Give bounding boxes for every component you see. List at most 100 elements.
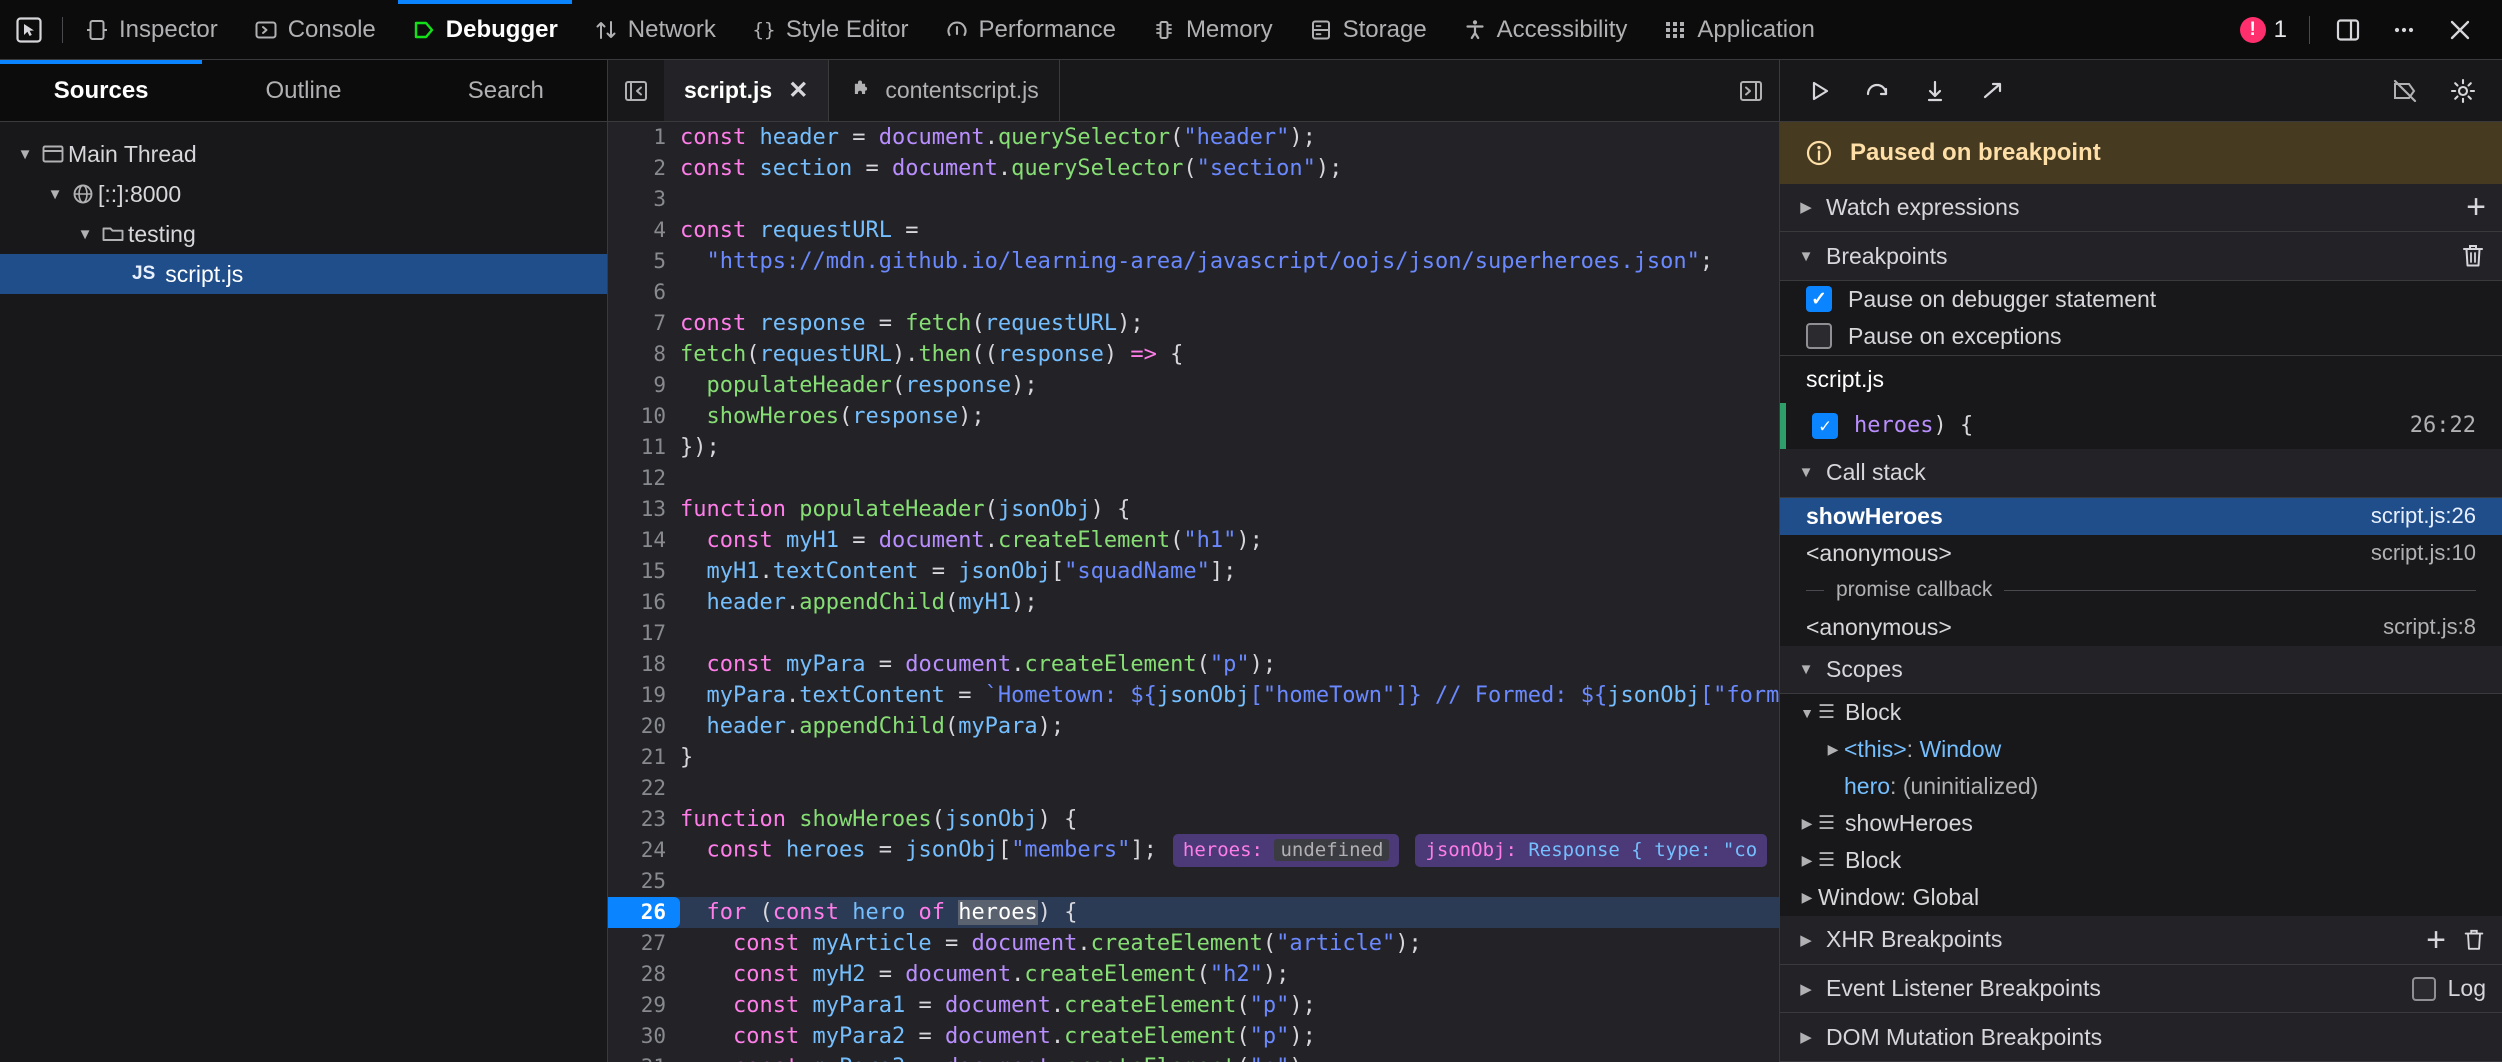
- error-count-badge[interactable]: ! 1: [2230, 16, 2297, 44]
- code-line-paused[interactable]: 26 for (const hero of heroes) {: [608, 897, 1779, 928]
- section-xhr-breakpoints[interactable]: ▶ XHR Breakpoints +: [1780, 916, 2502, 965]
- scope-row-block[interactable]: ▼ ☰ Block: [1780, 694, 2502, 731]
- checkbox-unchecked-icon[interactable]: [1806, 323, 1832, 349]
- resume-button[interactable]: [1790, 62, 1848, 120]
- tab-style-editor[interactable]: {} Style Editor: [734, 0, 927, 60]
- tab-memory[interactable]: Memory: [1134, 0, 1291, 60]
- call-stack-frame[interactable]: showHeroes script.js:26: [1780, 498, 2502, 535]
- call-stack-frame[interactable]: <anonymous> script.js:10: [1780, 535, 2502, 572]
- tab-sources[interactable]: Sources: [0, 60, 202, 121]
- event-listener-log-toggle[interactable]: Log: [2412, 975, 2486, 1002]
- code-line[interactable]: 1const header = document.querySelector("…: [608, 122, 1779, 153]
- editor-tab-contentscript-js[interactable]: contentscript.js: [829, 60, 1059, 121]
- add-watch-expression-button[interactable]: +: [2466, 190, 2486, 224]
- code-line[interactable]: 4const requestURL =: [608, 215, 1779, 246]
- code-line[interactable]: 8fetch(requestURL).then((response) => {: [608, 339, 1779, 370]
- section-event-listener-breakpoints[interactable]: ▶ Event Listener Breakpoints Log: [1780, 965, 2502, 1014]
- tree-item-origin[interactable]: ▼ [::]:8000: [0, 174, 607, 214]
- code-line[interactable]: 23function showHeroes(jsonObj) {: [608, 804, 1779, 835]
- tab-application[interactable]: Application: [1645, 0, 1832, 60]
- tab-outline[interactable]: Outline: [202, 60, 404, 121]
- deactivate-breakpoints-button[interactable]: [2376, 62, 2434, 120]
- code-line[interactable]: 21}: [608, 742, 1779, 773]
- debugger-settings-button[interactable]: [2434, 62, 2492, 120]
- chevron-down-icon[interactable]: ▼: [1796, 464, 1816, 481]
- checkbox-checked-icon[interactable]: ✓: [1806, 286, 1832, 312]
- chevron-down-icon[interactable]: ▼: [1796, 705, 1818, 721]
- scope-row-showheroes[interactable]: ▶ ☰ showHeroes: [1780, 805, 2502, 842]
- code-line[interactable]: 19 myPara.textContent = `Hometown: ${jso…: [608, 680, 1779, 711]
- scope-row-this[interactable]: ▶ <this>: Window: [1780, 731, 2502, 768]
- chevron-right-icon[interactable]: ▶: [1796, 815, 1818, 832]
- chevron-right-icon[interactable]: ▶: [1822, 741, 1844, 758]
- tab-console[interactable]: Console: [236, 0, 394, 60]
- tree-item-main-thread[interactable]: ▼ Main Thread: [0, 134, 607, 174]
- section-dom-mutation-breakpoints[interactable]: ▶ DOM Mutation Breakpoints: [1780, 1013, 2502, 1062]
- code-line[interactable]: 31 const myPara3 = document.createElemen…: [608, 1052, 1779, 1062]
- breakpoint-item[interactable]: ✓ heroes) { 26:22: [1780, 403, 2502, 449]
- step-in-button[interactable]: [1906, 62, 1964, 120]
- code-line[interactable]: 16 header.appendChild(myH1);: [608, 587, 1779, 618]
- editor-tab-script-js[interactable]: script.js ✕: [664, 60, 829, 121]
- tab-accessibility[interactable]: Accessibility: [1445, 0, 1646, 60]
- code-line[interactable]: 5 "https://mdn.github.io/learning-area/j…: [608, 246, 1779, 277]
- scope-row-hero[interactable]: hero: (uninitialized): [1780, 768, 2502, 805]
- checkbox-checked-icon[interactable]: ✓: [1812, 413, 1838, 439]
- section-scopes[interactable]: ▼ Scopes: [1780, 646, 2502, 695]
- code-line[interactable]: 11});: [608, 432, 1779, 463]
- dock-split-button[interactable]: [2322, 4, 2374, 56]
- chevron-right-icon[interactable]: ▶: [1796, 852, 1818, 869]
- tab-debugger[interactable]: Debugger: [394, 0, 576, 60]
- remove-all-breakpoints-button[interactable]: [2460, 242, 2486, 270]
- chevron-down-icon[interactable]: ▼: [1796, 248, 1816, 265]
- chevron-down-icon[interactable]: ▼: [12, 146, 38, 163]
- section-breakpoints[interactable]: ▼ Breakpoints: [1780, 232, 2502, 281]
- tab-inspector[interactable]: Inspector: [67, 0, 236, 60]
- tree-item-script-js[interactable]: JS script.js: [0, 254, 607, 294]
- trash-icon[interactable]: [2462, 927, 2486, 953]
- close-icon[interactable]: ✕: [788, 76, 808, 105]
- code-line[interactable]: 14 const myH1 = document.createElement("…: [608, 525, 1779, 556]
- inline-preview-heroes[interactable]: heroes: undefined: [1173, 834, 1399, 867]
- code-line[interactable]: 20 header.appendChild(myPara);: [608, 711, 1779, 742]
- section-call-stack[interactable]: ▼ Call stack: [1780, 449, 2502, 498]
- scope-row-window-global[interactable]: ▶ Window: Global: [1780, 879, 2502, 916]
- chevron-right-icon[interactable]: ▶: [1796, 931, 1816, 949]
- chevron-right-icon[interactable]: ▶: [1796, 1028, 1816, 1046]
- element-picker-button[interactable]: [0, 0, 58, 60]
- section-watch-expressions[interactable]: ▶ Watch expressions +: [1780, 184, 2502, 233]
- add-xhr-breakpoint-button[interactable]: +: [2426, 923, 2446, 957]
- chevron-right-icon[interactable]: ▶: [1796, 889, 1818, 906]
- code-line[interactable]: 3: [608, 184, 1779, 215]
- toggle-sources-pane-button[interactable]: [608, 60, 664, 121]
- code-line[interactable]: 28 const myH2 = document.createElement("…: [608, 959, 1779, 990]
- code-line[interactable]: 25: [608, 866, 1779, 897]
- tab-storage[interactable]: Storage: [1291, 0, 1445, 60]
- option-pause-on-exceptions[interactable]: Pause on exceptions: [1780, 318, 2502, 355]
- chevron-down-icon[interactable]: ▼: [72, 226, 98, 243]
- code-editor[interactable]: 1const header = document.querySelector("…: [608, 122, 1779, 1062]
- checkbox-unchecked-icon[interactable]: [2412, 977, 2436, 1001]
- chevron-right-icon[interactable]: ▶: [1796, 980, 1816, 998]
- call-stack-frame[interactable]: <anonymous> script.js:8: [1780, 609, 2502, 646]
- option-pause-on-debugger-statement[interactable]: ✓ Pause on debugger statement: [1780, 281, 2502, 318]
- code-line[interactable]: 24 const heroes = jsonObj["members"];her…: [608, 835, 1779, 866]
- code-line[interactable]: 22: [608, 773, 1779, 804]
- code-line[interactable]: 10 showHeroes(response);: [608, 401, 1779, 432]
- code-line[interactable]: 18 const myPara = document.createElement…: [608, 649, 1779, 680]
- scope-row-block-2[interactable]: ▶ ☰ Block: [1780, 842, 2502, 879]
- code-line[interactable]: 17: [608, 618, 1779, 649]
- tree-item-folder-testing[interactable]: ▼ testing: [0, 214, 607, 254]
- expand-panes-button[interactable]: [1723, 60, 1779, 121]
- code-line[interactable]: 15 myH1.textContent = jsonObj["squadName…: [608, 556, 1779, 587]
- code-line[interactable]: 13function populateHeader(jsonObj) {: [608, 494, 1779, 525]
- step-out-button[interactable]: [1964, 62, 2022, 120]
- chevron-down-icon[interactable]: ▼: [42, 186, 68, 203]
- code-line[interactable]: 30 const myPara2 = document.createElemen…: [608, 1021, 1779, 1052]
- code-line[interactable]: 12: [608, 463, 1779, 494]
- code-line[interactable]: 6: [608, 277, 1779, 308]
- code-line[interactable]: 7const response = fetch(requestURL);: [608, 308, 1779, 339]
- inline-preview-jsonobj[interactable]: jsonObj: Response { type: "co: [1415, 834, 1767, 867]
- step-over-button[interactable]: [1848, 62, 1906, 120]
- tab-network[interactable]: Network: [576, 0, 734, 60]
